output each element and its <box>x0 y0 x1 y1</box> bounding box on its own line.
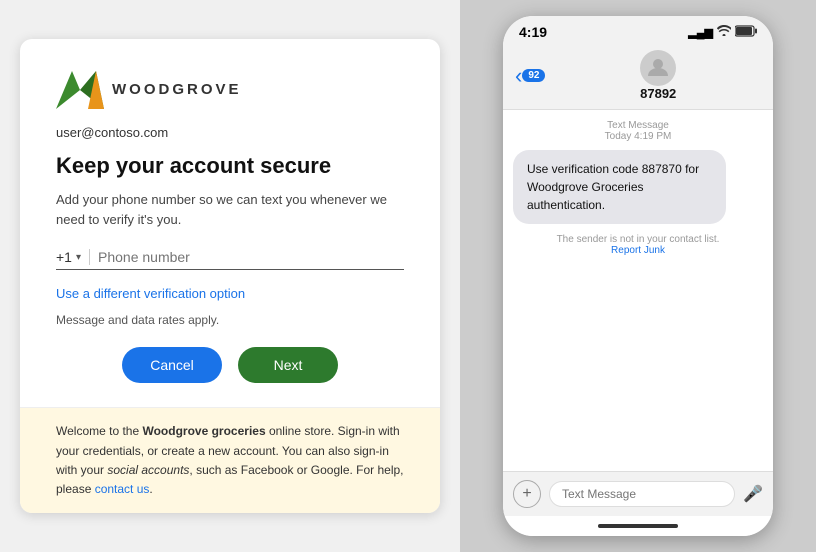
user-email: user@contoso.com <box>56 125 404 140</box>
country-code-value: +1 <box>56 249 72 265</box>
phone-status-bar: 4:19 ▂▄▆ <box>503 16 773 44</box>
message-bubble: Use verification code 887870 for Woodgro… <box>513 150 726 224</box>
right-panel: 4:19 ▂▄▆ ‹ 92 87892 <box>460 0 816 552</box>
chevron-down-icon: ▾ <box>76 252 81 263</box>
footer-contact-link[interactable]: contact us <box>95 482 150 496</box>
add-attachment-button[interactable]: + <box>513 480 541 508</box>
status-icons: ▂▄▆ <box>688 25 757 40</box>
card-title: Keep your account secure <box>56 152 404 181</box>
contact-name: 87892 <box>640 86 676 101</box>
button-row: Cancel Next <box>56 347 404 407</box>
back-arrow-icon: ‹ <box>515 63 522 89</box>
left-panel: WOODGROVE user@contoso.com Keep your acc… <box>0 0 460 552</box>
battery-icon <box>735 25 757 40</box>
signal-icon: ▂▄▆ <box>688 26 713 39</box>
footer-text-4: . <box>149 482 152 496</box>
status-time: 4:19 <box>519 24 547 40</box>
msg-type-label: Text Message <box>607 120 669 131</box>
phone-row: +1 ▾ <box>56 249 404 270</box>
microphone-icon[interactable]: 🎤 <box>743 484 763 504</box>
phone-header: ‹ 92 87892 <box>503 44 773 110</box>
contact-avatar <box>640 50 676 86</box>
home-indicator <box>598 524 678 528</box>
logo-text: WOODGROVE <box>112 81 242 98</box>
cancel-button[interactable]: Cancel <box>122 347 222 383</box>
text-message-input[interactable] <box>549 481 735 507</box>
woodgrove-logo-icon <box>56 71 104 109</box>
next-button[interactable]: Next <box>238 347 338 383</box>
phone-mockup: 4:19 ▂▄▆ ‹ 92 87892 <box>503 16 773 536</box>
footer-text-1: Welcome to the <box>56 424 142 438</box>
chat-area: Text Message Today 4:19 PM Use verificat… <box>503 110 773 471</box>
phone-number-input[interactable] <box>98 249 404 265</box>
back-button[interactable]: ‹ 92 <box>515 63 545 89</box>
auth-card: WOODGROVE user@contoso.com Keep your acc… <box>20 39 440 513</box>
logo-area: WOODGROVE <box>56 71 404 109</box>
card-footer: Welcome to the Woodgrove groceries onlin… <box>20 407 440 513</box>
footer-brand: Woodgrove groceries <box>142 424 265 438</box>
msg-time-label: Today 4:19 PM <box>605 131 672 142</box>
message-text: Use verification code 887870 for Woodgro… <box>527 162 699 212</box>
rates-note: Message and data rates apply. <box>56 313 404 327</box>
alt-verification-link[interactable]: Use a different verification option <box>56 286 404 301</box>
msg-label: Text Message Today 4:19 PM <box>513 120 763 142</box>
footer-social-text: social accounts <box>107 463 189 477</box>
phone-input-bar: + 🎤 <box>503 471 773 516</box>
msg-warning: The sender is not in your contact list. <box>513 234 763 245</box>
report-junk-link[interactable]: Report Junk <box>513 245 763 256</box>
back-badge: 92 <box>522 69 545 82</box>
card-description: Add your phone number so we can text you… <box>56 190 404 229</box>
wifi-icon <box>717 25 731 39</box>
country-code-selector[interactable]: +1 ▾ <box>56 249 90 265</box>
home-bar <box>503 516 773 536</box>
